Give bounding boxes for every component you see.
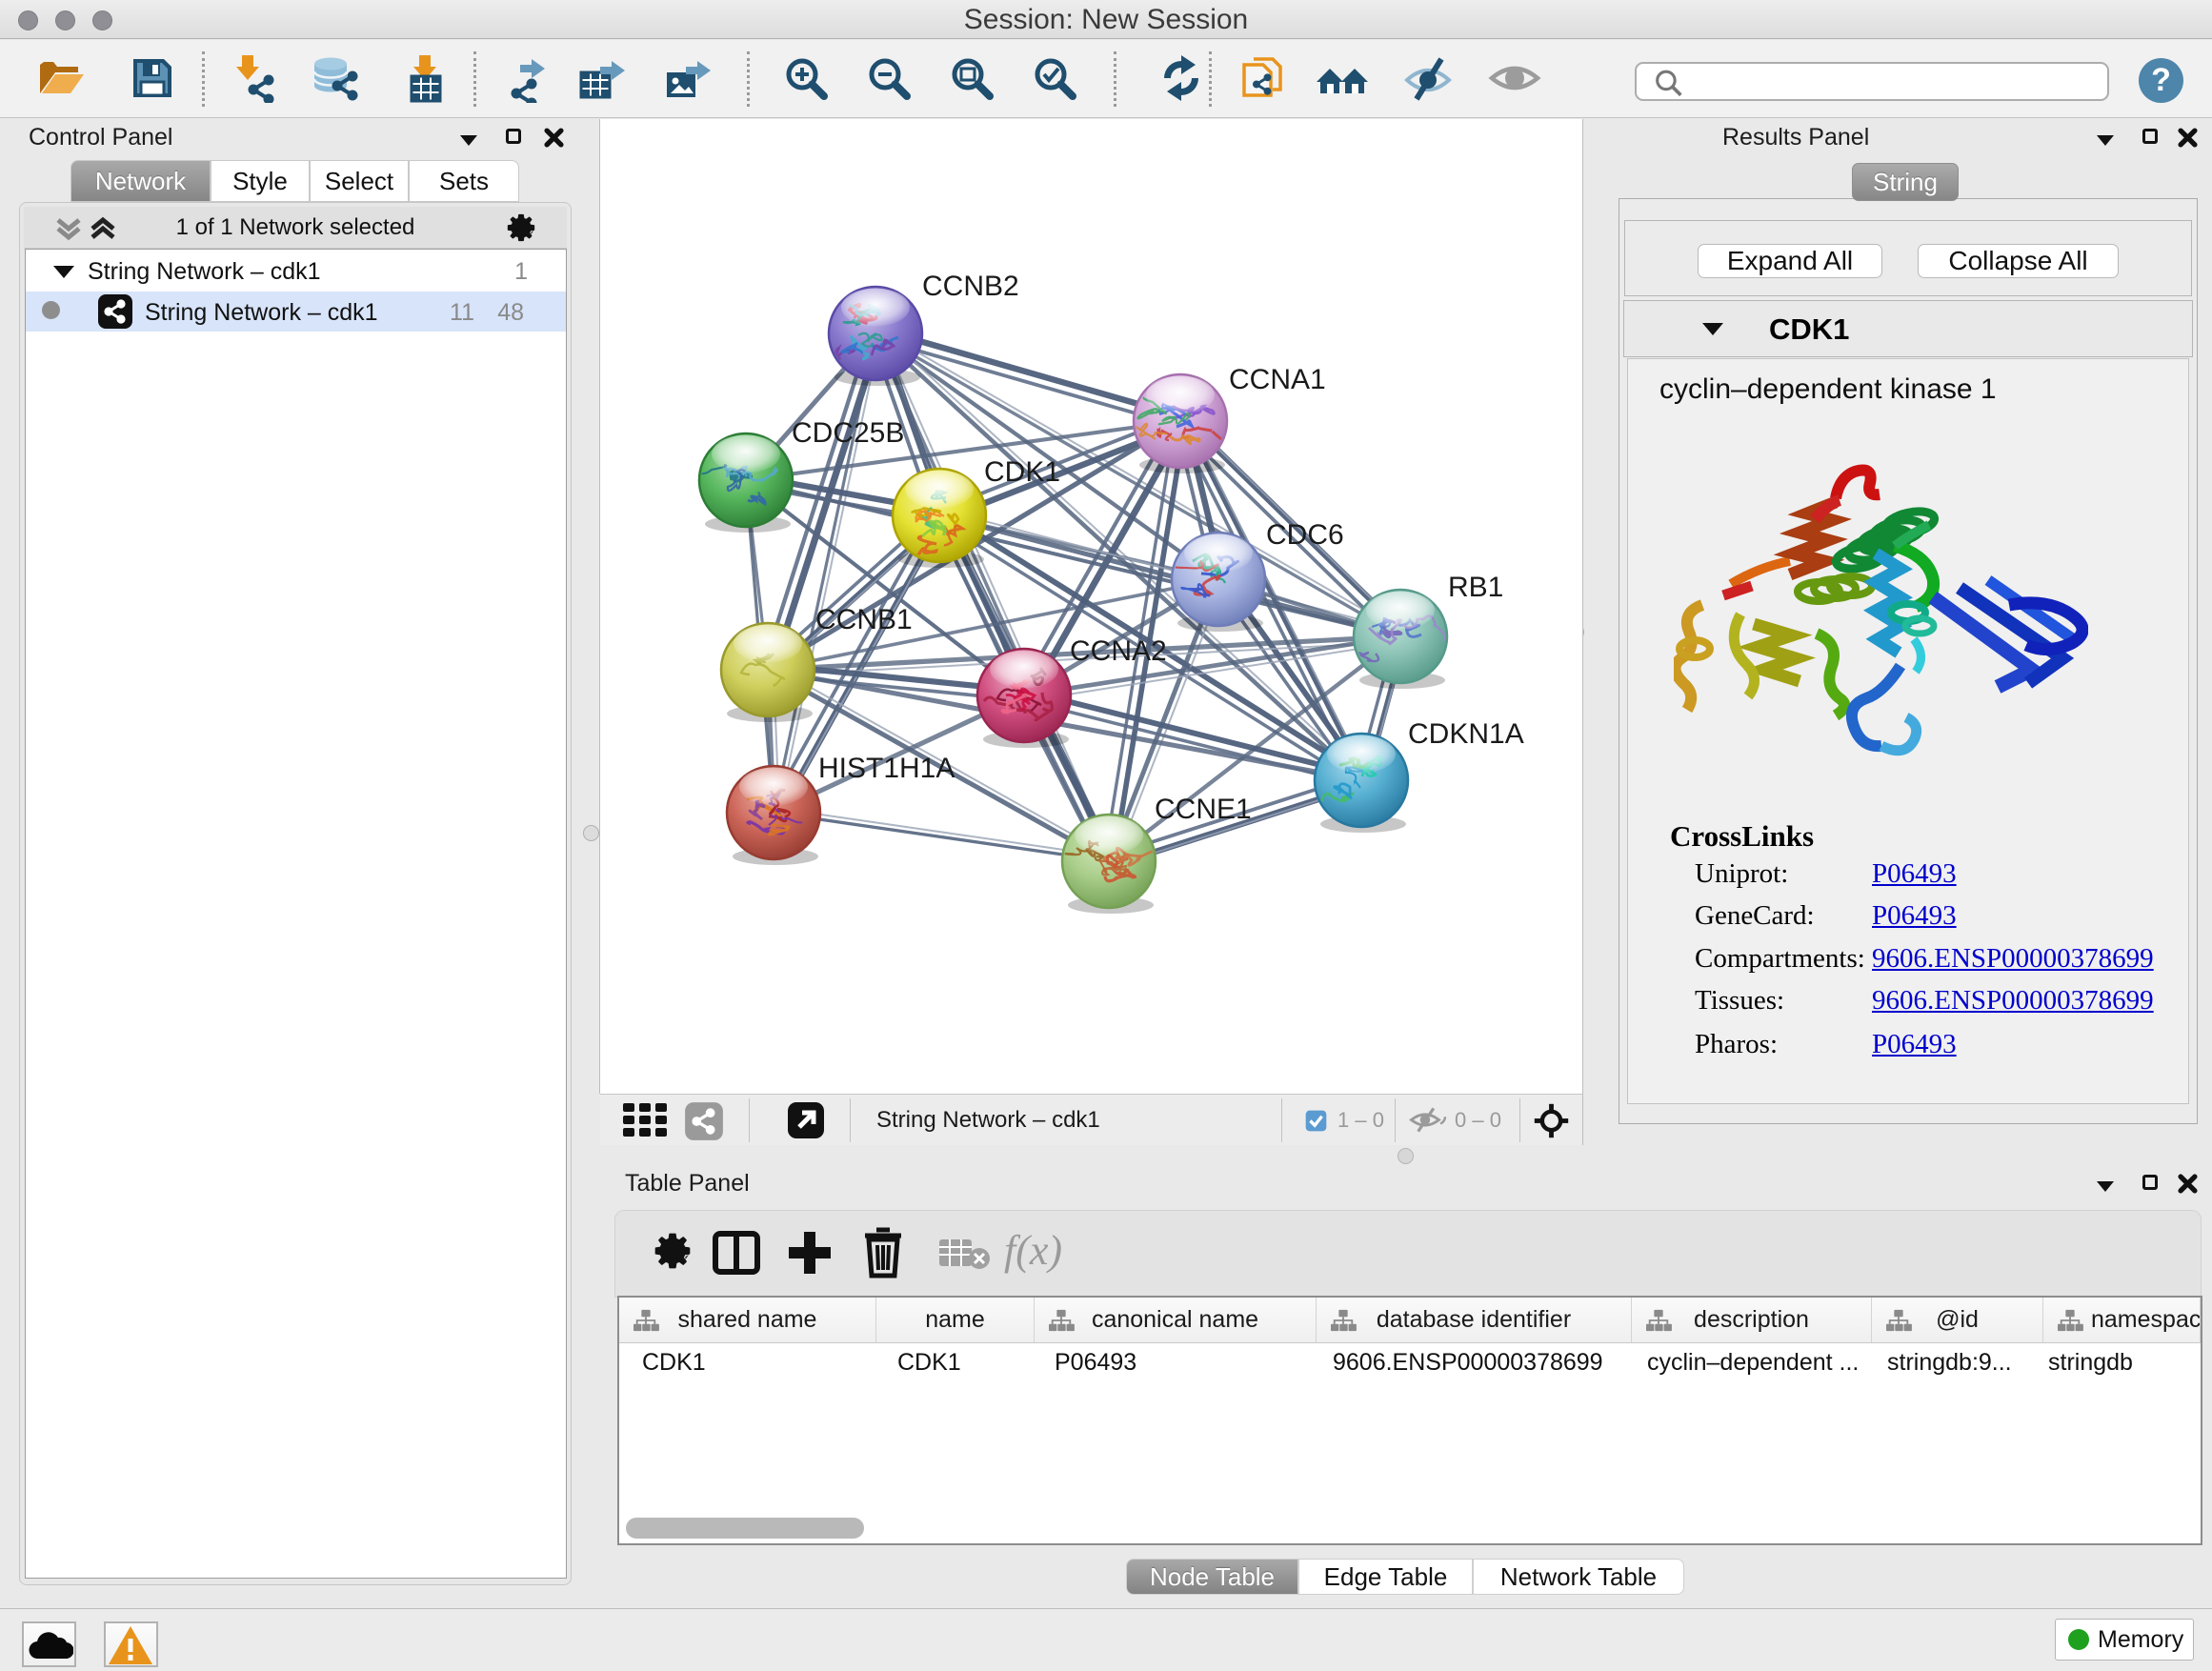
svg-text:CDC25B: CDC25B (792, 417, 904, 449)
svg-text:RB1: RB1 (1448, 572, 1503, 603)
svg-text:CDKN1A: CDKN1A (1408, 718, 1524, 750)
svg-text:CCNE1: CCNE1 (1155, 794, 1252, 825)
svg-text:CCNA2: CCNA2 (1070, 635, 1167, 667)
svg-text:CCNB2: CCNB2 (922, 271, 1019, 302)
svg-text:CDK1: CDK1 (984, 456, 1060, 488)
svg-text:CCNA1: CCNA1 (1229, 364, 1326, 395)
svg-text:HIST1H1A: HIST1H1A (818, 753, 955, 784)
svg-text:CDC6: CDC6 (1266, 519, 1344, 551)
svg-text:CCNB1: CCNB1 (815, 604, 913, 635)
